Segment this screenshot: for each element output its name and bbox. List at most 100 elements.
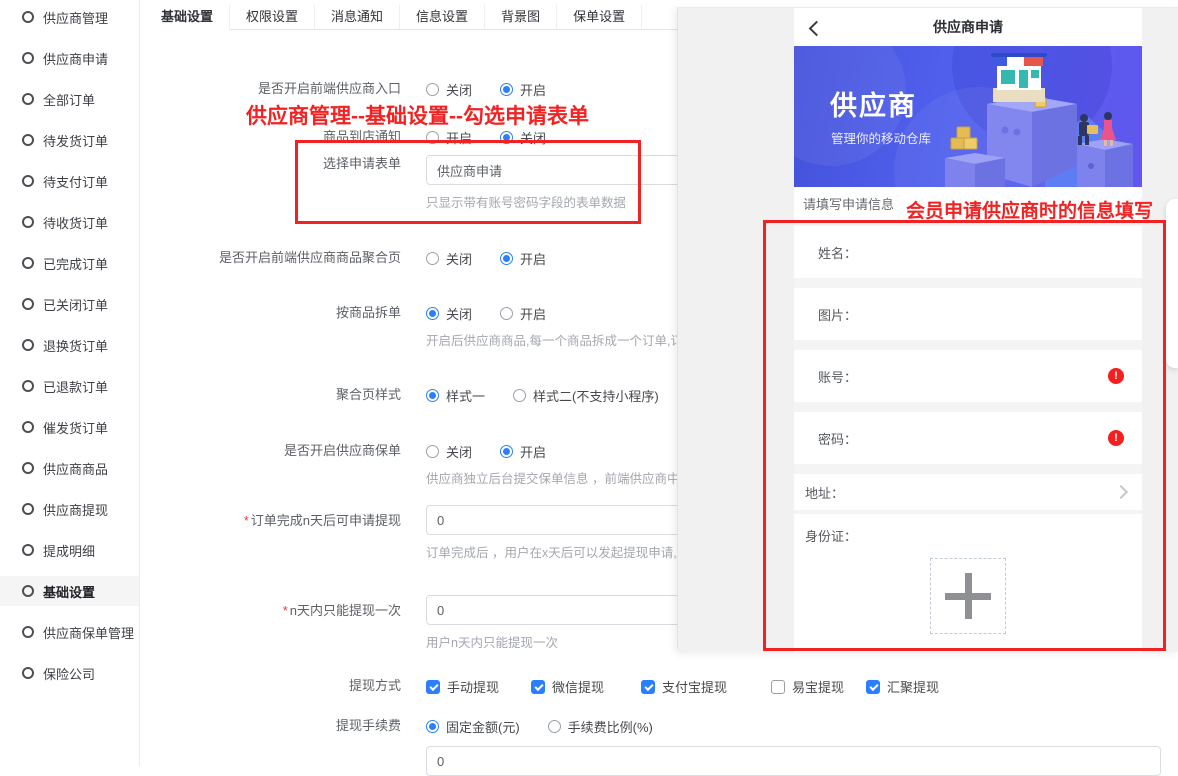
sidebar-item-基础设置[interactable]: 基础设置 xyxy=(0,576,139,606)
sidebar-item-label: 保险公司 xyxy=(43,664,95,683)
sidebar-item-已退款订单[interactable]: 已退款订单 xyxy=(0,371,139,401)
sidebar-item-供应商提现[interactable]: 供应商提现 xyxy=(0,494,139,524)
option-label: 支付宝提现 xyxy=(662,677,727,696)
option-label: 手动提现 xyxy=(447,677,499,696)
sidebar-item-待发货订单[interactable]: 待发货订单 xyxy=(0,125,139,155)
circle-icon xyxy=(22,462,34,474)
fee-amount-input[interactable]: 0 xyxy=(426,746,1161,776)
checkbox-手动提现[interactable]: 手动提现 xyxy=(426,677,531,696)
radio-开启[interactable]: 开启 xyxy=(500,249,546,268)
circle-icon xyxy=(22,667,34,679)
preview-field-label: 账号： xyxy=(818,367,857,386)
checkbox-icon[interactable] xyxy=(426,680,440,694)
preview-field-账号[interactable]: 账号：! xyxy=(794,350,1142,402)
radio-样式一[interactable]: 样式一 xyxy=(426,386,485,405)
preview-field-密码[interactable]: 密码：! xyxy=(794,412,1142,464)
radio-icon[interactable] xyxy=(500,307,513,320)
sidebar-item-供应商管理[interactable]: 供应商管理 xyxy=(0,2,139,32)
tab-信息设置[interactable]: 信息设置 xyxy=(400,5,485,30)
radio-开启[interactable]: 开启 xyxy=(500,442,546,461)
sidebar-item-label: 已关闭订单 xyxy=(43,295,108,314)
option-label: 固定金额(元) xyxy=(446,717,520,736)
sidebar-item-label: 待发货订单 xyxy=(43,131,108,150)
preview-field-label: 图片： xyxy=(818,305,857,324)
radio-关闭[interactable]: 关闭 xyxy=(426,249,472,268)
sidebar-item-供应商保单管理[interactable]: 供应商保单管理 xyxy=(0,617,139,647)
sidebar-item-退换货订单[interactable]: 退换货订单 xyxy=(0,330,139,360)
radio-开启[interactable]: 开启 xyxy=(426,128,472,147)
form-row-label: 选择申请表单 xyxy=(141,155,401,173)
checkbox-icon[interactable] xyxy=(531,680,545,694)
option-label: 开启 xyxy=(520,249,546,268)
sidebar-item-label: 已退款订单 xyxy=(43,377,108,396)
sidebar-item-供应商申请[interactable]: 供应商申请 xyxy=(0,43,139,73)
sidebar-item-催发货订单[interactable]: 催发货订单 xyxy=(0,412,139,442)
radio-icon[interactable] xyxy=(426,131,439,144)
checkbox-汇聚提现[interactable]: 汇聚提现 xyxy=(866,677,939,696)
sidebar-item-全部订单[interactable]: 全部订单 xyxy=(0,84,139,114)
sidebar-item-保险公司[interactable]: 保险公司 xyxy=(0,658,139,688)
back-chevron-icon[interactable] xyxy=(807,20,829,36)
radio-icon[interactable] xyxy=(426,445,439,458)
radio-icon[interactable] xyxy=(500,83,513,96)
radio-icon[interactable] xyxy=(500,252,513,265)
checkbox-icon[interactable] xyxy=(641,680,655,694)
radio-icon[interactable] xyxy=(500,131,513,144)
chevron-right-icon xyxy=(1114,485,1128,499)
sidebar-item-label: 已完成订单 xyxy=(43,254,108,273)
option-line: 固定金额(元) 手续费比例(%) xyxy=(426,717,1178,736)
circle-icon xyxy=(22,421,34,433)
sidebar-item-待支付订单[interactable]: 待支付订单 xyxy=(0,166,139,196)
radio-icon[interactable] xyxy=(426,252,439,265)
preview-field-label: 姓名： xyxy=(818,243,857,262)
option-label: 手续费比例(%) xyxy=(568,717,653,736)
radio-icon[interactable] xyxy=(513,389,526,402)
tab-背景图[interactable]: 背景图 xyxy=(485,5,557,30)
tab-权限设置[interactable]: 权限设置 xyxy=(230,5,315,30)
radio-手续费比例(%)[interactable]: 手续费比例(%) xyxy=(548,717,653,736)
radio-样式二(不支持小程序)[interactable]: 样式二(不支持小程序) xyxy=(513,386,659,405)
sidebar-item-label: 催发货订单 xyxy=(43,418,108,437)
sidebar-item-提成明细[interactable]: 提成明细 xyxy=(0,535,139,565)
preview-field-地址[interactable]: 地址： xyxy=(794,474,1142,510)
radio-icon[interactable] xyxy=(548,720,561,733)
checkbox-支付宝提现[interactable]: 支付宝提现 xyxy=(641,677,771,696)
required-asterisk: * xyxy=(244,513,249,528)
checkbox-易宝提现[interactable]: 易宝提现 xyxy=(771,677,866,696)
radio-关闭[interactable]: 关闭 xyxy=(500,128,546,147)
form-row-label: 是否开启前端供应商入口 xyxy=(141,80,401,98)
idcard-upload-button[interactable] xyxy=(930,558,1006,634)
form-row-label: 聚合页样式 xyxy=(141,386,401,404)
sidebar-item-已关闭订单[interactable]: 已关闭订单 xyxy=(0,289,139,319)
radio-icon[interactable] xyxy=(426,307,439,320)
radio-icon[interactable] xyxy=(426,720,439,733)
radio-固定金额(元)[interactable]: 固定金额(元) xyxy=(426,717,520,736)
checkbox-微信提现[interactable]: 微信提现 xyxy=(531,677,641,696)
preview-field-身份证[interactable]: 身份证： xyxy=(794,514,1142,652)
sidebar-item-已完成订单[interactable]: 已完成订单 xyxy=(0,248,139,278)
sidebar-item-待收货订单[interactable]: 待收货订单 xyxy=(0,207,139,237)
annotation-preview-note: 会员申请供应商时的信息填写 xyxy=(906,196,1153,223)
form-row-label: 是否开启供应商保单 xyxy=(141,442,401,460)
checkbox-icon[interactable] xyxy=(771,680,785,694)
form-row-control: 手动提现 微信提现 支付宝提现 易宝提现汇聚提现 xyxy=(426,677,1178,696)
edge-widget[interactable] xyxy=(1166,199,1178,368)
tab-基础设置[interactable]: 基础设置 xyxy=(145,5,230,30)
radio-icon[interactable] xyxy=(426,389,439,402)
tab-保单设置[interactable]: 保单设置 xyxy=(557,5,642,30)
sidebar-item-供应商商品[interactable]: 供应商商品 xyxy=(0,453,139,483)
radio-开启[interactable]: 开启 xyxy=(500,304,546,323)
radio-开启[interactable]: 开启 xyxy=(500,80,546,99)
preview-field-图片[interactable]: 图片： xyxy=(794,288,1142,340)
supplier-banner: 供应商 管理你的移动仓库 xyxy=(794,46,1142,187)
radio-icon[interactable] xyxy=(500,445,513,458)
radio-关闭[interactable]: 关闭 xyxy=(426,304,472,323)
preview-field-姓名[interactable]: 姓名： xyxy=(794,226,1142,278)
checkbox-icon[interactable] xyxy=(866,680,880,694)
radio-icon[interactable] xyxy=(426,83,439,96)
radio-关闭[interactable]: 关闭 xyxy=(426,442,472,461)
preview-field-label: 身份证： xyxy=(805,529,857,544)
radio-关闭[interactable]: 关闭 xyxy=(426,80,472,99)
tab-消息通知[interactable]: 消息通知 xyxy=(315,5,400,30)
form-row-label: 商品到店通知 xyxy=(141,128,401,146)
